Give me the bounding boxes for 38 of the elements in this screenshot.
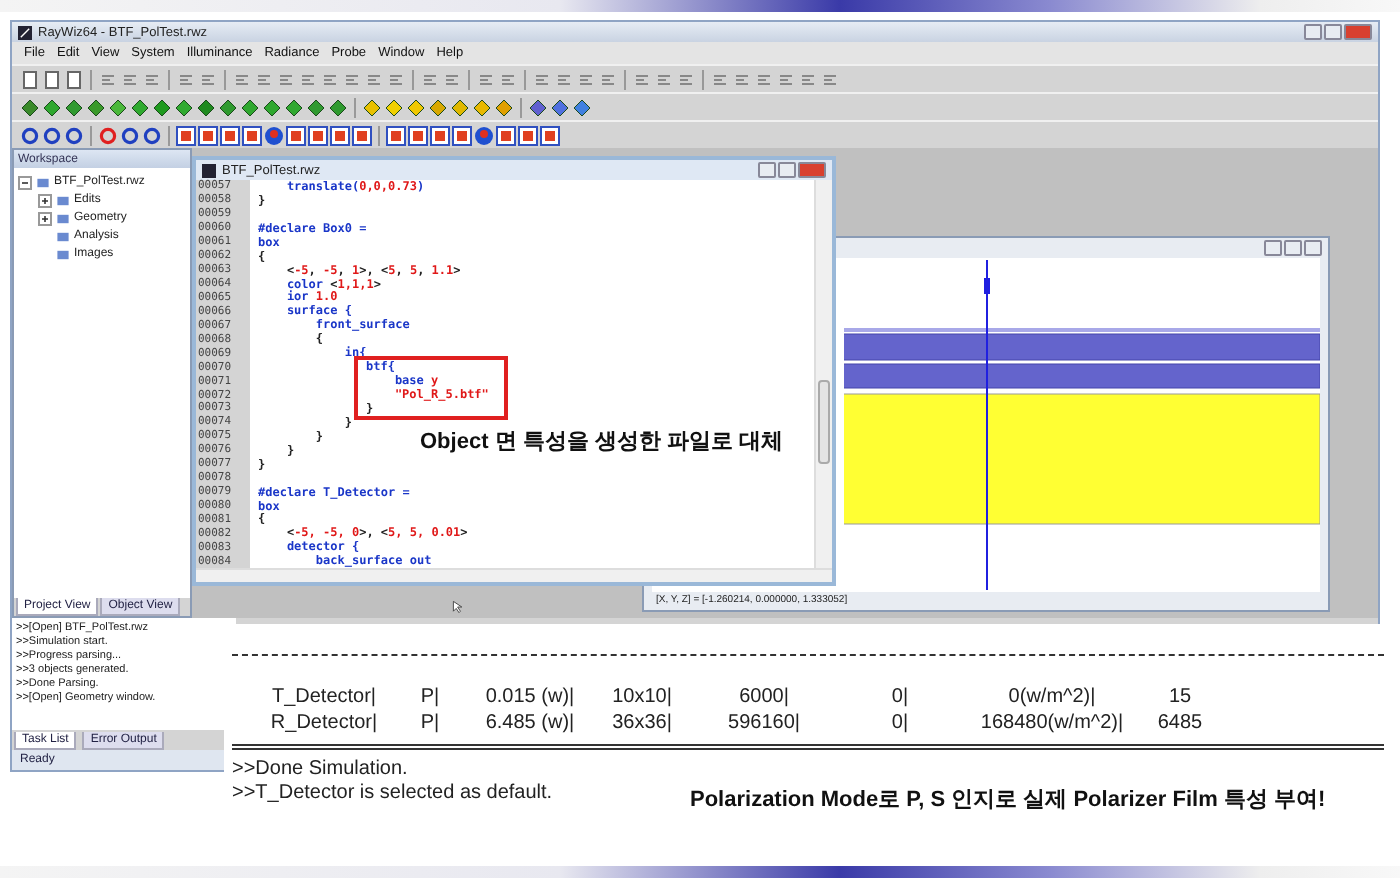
maximize-button[interactable] (1284, 240, 1302, 256)
table-cell-text: 0| (889, 684, 911, 710)
maximize-button[interactable] (778, 162, 796, 178)
table-cell-text: 0| (889, 710, 911, 736)
table-cell-text: 15 (1166, 684, 1194, 710)
table-cell-text: 0.015 (w)| (483, 684, 577, 710)
table-cell-text: 168480(w/m^2)| (978, 710, 1126, 736)
sphere-icon[interactable] (474, 125, 494, 145)
app-icon (18, 25, 32, 39)
table-cell-text: 10x10| (610, 684, 674, 710)
table-cell-text: R_Detector| (268, 710, 380, 736)
minimize-button[interactable] (1304, 24, 1322, 40)
scrollbar[interactable] (814, 180, 832, 568)
table-cell-text: 6000| (737, 684, 791, 710)
scroll-thumb[interactable] (818, 380, 830, 464)
table-cell-text: 0(w/m^2)| (1006, 684, 1098, 710)
output-message: >>T_Detector is selected as default. (232, 782, 553, 806)
expand-toggle[interactable] (38, 211, 52, 225)
close-button[interactable] (1304, 240, 1322, 256)
scrollbar[interactable] (196, 568, 832, 582)
table-cell-text: 6.485 (w)| (483, 710, 577, 736)
sphere-icon[interactable] (264, 125, 284, 145)
table-cell-text: P| (418, 710, 442, 736)
maximize-button[interactable] (1324, 24, 1342, 40)
output-message: >>Done Simulation. (232, 758, 408, 782)
minimize-button[interactable] (758, 162, 776, 178)
table-cell-text: 596160| (726, 710, 802, 736)
pointer-icon (452, 598, 466, 616)
annotation-text: Polarization Mode로 P, S 인지로 실제 Polarizer Film 특성 부여! (690, 786, 1326, 814)
document-icon (202, 163, 216, 177)
expand-toggle[interactable] (38, 193, 52, 207)
annotation-text: Object 면 특성을 생성한 파일로 대체 (420, 428, 784, 456)
table-cell-text: T_Detector| (269, 684, 379, 710)
table-cell-text: P| (418, 684, 442, 710)
table-cell-text: 36x36| (610, 710, 674, 736)
minimize-button[interactable] (1264, 240, 1282, 256)
table-cell-text: 6485 (1155, 710, 1205, 736)
collapse-toggle[interactable] (18, 175, 32, 189)
